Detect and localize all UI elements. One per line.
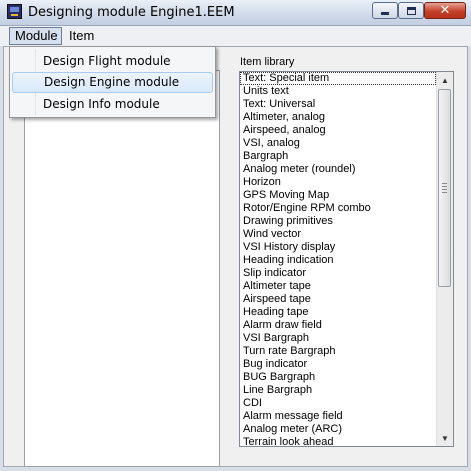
list-item[interactable]: Altimeter, analog [240, 111, 436, 124]
list-item[interactable]: Drawing primitives [240, 215, 436, 228]
list-item[interactable]: Slip indicator [240, 267, 436, 280]
menu-bar: Module Item [0, 26, 471, 46]
list-item[interactable]: Bargraph [240, 150, 436, 163]
close-icon: ✕ [439, 3, 451, 18]
list-item[interactable]: Alarm draw field [240, 319, 436, 332]
list-item[interactable]: Heading indication [240, 254, 436, 267]
menu-item[interactable]: Item [64, 27, 99, 45]
list-item[interactable]: VSI History display [240, 241, 436, 254]
close-button[interactable]: ✕ [424, 2, 466, 19]
list-item[interactable]: Wind vector [240, 228, 436, 241]
window-title: Designing module Engine1.EEM [28, 5, 235, 20]
list-item[interactable]: Airspeed, analog [240, 124, 436, 137]
scroll-down-arrow-icon[interactable]: ▼ [437, 430, 453, 446]
list-item[interactable]: Airspeed tape [240, 293, 436, 306]
list-item[interactable]: Heading tape [240, 306, 436, 319]
list-item[interactable]: BUG Bargraph [240, 371, 436, 384]
maximize-button[interactable] [398, 2, 424, 19]
vertical-scrollbar[interactable]: ▲ ▼ [436, 72, 453, 446]
design-panel[interactable] [24, 70, 220, 467]
list-item[interactable]: Horizon [240, 176, 436, 189]
menu-module[interactable]: Module [9, 27, 62, 45]
scroll-up-arrow-icon[interactable]: ▲ [437, 72, 453, 88]
scrollbar-thumb[interactable] [438, 89, 451, 287]
list-items-container: Text: Special item Units text Text: Univer… [240, 72, 436, 446]
list-item[interactable]: Bug indicator [240, 358, 436, 371]
app-icon[interactable] [7, 4, 22, 19]
item-library-list[interactable]: Text: Special item Units text Text: Univer… [239, 71, 454, 447]
list-item[interactable]: Rotor/Engine RPM combo [240, 202, 436, 215]
list-item[interactable]: Turn rate Bargraph [240, 345, 436, 358]
list-item[interactable]: Alarm message field [240, 410, 436, 423]
list-item[interactable]: VSI, analog [240, 137, 436, 150]
menu-item-design-flight-module[interactable]: Design Flight module [12, 51, 213, 72]
list-item[interactable]: Analog meter (roundel) [240, 163, 436, 176]
menu-item-design-engine-module[interactable]: Design Engine module [12, 72, 213, 93]
list-item[interactable]: Text: Special item [240, 72, 436, 85]
list-item[interactable]: Text: Universal [240, 98, 436, 111]
list-item[interactable]: Altimeter tape [240, 280, 436, 293]
list-item[interactable]: CDI [240, 397, 436, 410]
list-item[interactable]: Line Bargraph [240, 384, 436, 397]
maximize-icon [406, 6, 416, 15]
list-item[interactable]: VSI Bargraph [240, 332, 436, 345]
module-dropdown-menu: Design Flight module Design Engine modul… [9, 46, 216, 118]
list-item[interactable]: Terrain look ahead [240, 436, 436, 446]
minimize-icon [381, 12, 389, 15]
item-library-label: Item library [240, 56, 295, 68]
title-bar[interactable]: Designing module Engine1.EEM ✕ [0, 0, 471, 26]
list-item[interactable]: GPS Moving Map [240, 189, 436, 202]
menu-item-design-info-module[interactable]: Design Info module [12, 94, 213, 115]
list-item[interactable]: Units text [240, 85, 436, 98]
list-item[interactable]: Analog meter (ARC) [240, 423, 436, 436]
minimize-button[interactable] [372, 2, 398, 19]
